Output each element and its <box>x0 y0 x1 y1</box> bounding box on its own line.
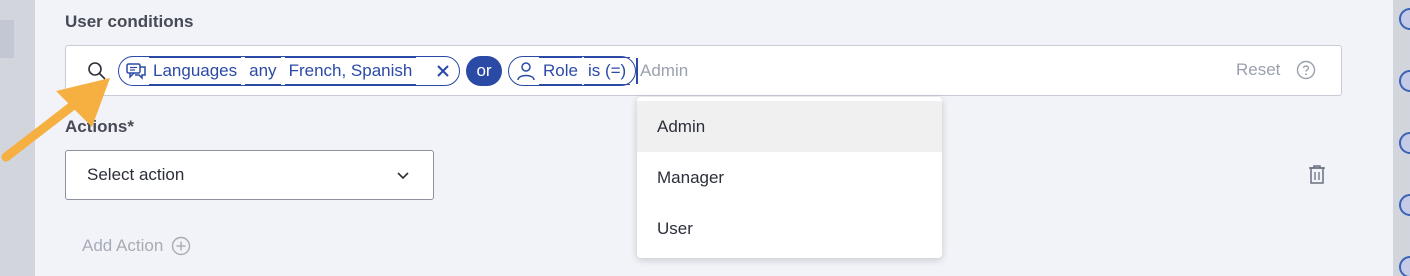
reset-button[interactable]: Reset <box>1236 60 1280 80</box>
dropdown-option-user[interactable]: User <box>637 203 942 254</box>
chat-bubbles-icon <box>126 63 146 80</box>
trash-icon[interactable] <box>1306 163 1328 185</box>
languages-chip-label[interactable]: Languages <box>149 57 242 85</box>
chevron-down-icon <box>397 172 409 180</box>
plus-circle-icon <box>172 236 191 256</box>
help-circle-icon[interactable] <box>1296 60 1316 80</box>
background-badge-icon <box>1399 8 1410 30</box>
dropdown-option-admin[interactable]: Admin <box>637 101 942 152</box>
close-icon[interactable] <box>433 61 453 81</box>
select-action-dropdown[interactable]: Select action <box>65 150 434 200</box>
languages-chip-operator[interactable]: any <box>245 57 281 85</box>
background-badge-icon <box>1399 256 1410 276</box>
background-right-strip <box>1393 0 1410 276</box>
dropdown-option-manager[interactable]: Manager <box>637 152 942 203</box>
person-icon <box>517 62 535 81</box>
role-filter-chip[interactable]: Role is (=) <box>508 56 636 86</box>
annotation-arrow-icon <box>1 78 110 162</box>
role-options-dropdown[interactable]: Admin Manager User <box>637 97 942 258</box>
select-action-label: Select action <box>87 165 185 184</box>
user-conditions-title: User conditions <box>65 12 194 31</box>
or-operator-badge[interactable]: or <box>466 56 502 86</box>
background-tab <box>0 20 14 58</box>
add-action-button[interactable]: Add Action <box>82 236 191 256</box>
languages-filter-chip[interactable]: Languages any French, Spanish <box>118 56 460 86</box>
role-chip-label[interactable]: Role <box>539 57 582 85</box>
user-conditions-filter-bar[interactable]: Languages any French, Spanish or Role is… <box>65 45 1342 96</box>
background-badge-icon <box>1399 70 1410 92</box>
role-value-input[interactable] <box>636 58 936 84</box>
role-chip-operator[interactable]: is (=) <box>583 57 631 85</box>
add-action-label: Add Action <box>82 236 164 255</box>
background-badge-icon <box>1399 194 1410 216</box>
languages-chip-value[interactable]: French, Spanish <box>284 57 417 85</box>
background-badge-icon <box>1399 132 1410 154</box>
